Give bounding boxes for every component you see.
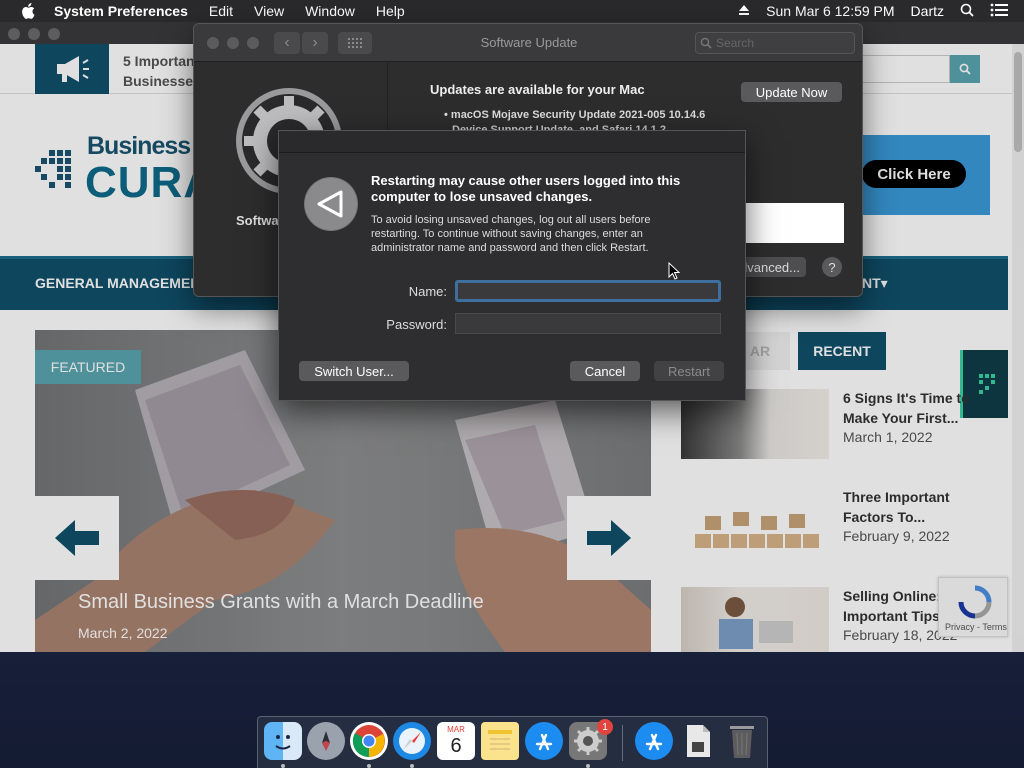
post-thumbnail[interactable]: [681, 488, 829, 558]
dialog-heading: Restarting may cause other users logged …: [371, 173, 681, 204]
password-field[interactable]: [455, 313, 721, 334]
help-button[interactable]: ?: [822, 257, 842, 277]
running-indicator: [586, 764, 590, 768]
slider-next-button[interactable]: [567, 496, 651, 580]
minimize-window-button[interactable]: [28, 28, 40, 40]
update-item: • macOS Mojave Security Update 2021-005 …: [444, 109, 706, 121]
post-date: February 9, 2022: [843, 528, 950, 544]
menu-edit[interactable]: Edit: [209, 3, 233, 19]
calendar-icon[interactable]: MAR 6: [437, 722, 475, 760]
trash-icon[interactable]: [723, 722, 761, 760]
back-button[interactable]: ‹: [274, 32, 300, 54]
switch-user-button[interactable]: Switch User...: [299, 361, 409, 381]
spotlight-icon[interactable]: [960, 3, 974, 20]
file-icon[interactable]: [679, 722, 717, 760]
safari-icon[interactable]: [393, 722, 431, 760]
nav-item-label: NT: [862, 275, 881, 291]
chevron-left-icon: ‹: [284, 34, 290, 51]
menu-app-name[interactable]: System Preferences: [54, 3, 188, 19]
show-all-button[interactable]: [338, 32, 372, 54]
mouse-cursor-icon: [668, 262, 680, 280]
post-thumbnail[interactable]: [681, 587, 829, 652]
ad-click-here-button[interactable]: Click Here: [862, 160, 966, 188]
header-article-title[interactable]: 5 Important Businesses: [123, 51, 203, 91]
app-store-icon[interactable]: [525, 722, 563, 760]
sw-zoom-button[interactable]: [247, 37, 259, 49]
featured-tag: FEATURED: [35, 350, 141, 384]
app-store-download-icon[interactable]: [635, 722, 673, 760]
password-label: Password:: [386, 317, 447, 332]
eject-icon[interactable]: [738, 3, 750, 19]
menu-view[interactable]: View: [254, 3, 284, 19]
notification-center-icon[interactable]: [990, 3, 1008, 20]
post-title[interactable]: Three Important Factors To...: [843, 487, 993, 527]
sw-search-field[interactable]: Search: [695, 32, 855, 54]
finder-icon[interactable]: [264, 722, 302, 760]
running-indicator: [281, 764, 285, 768]
sheet-top-bar: [279, 131, 745, 153]
menu-help[interactable]: Help: [376, 3, 405, 19]
chrome-icon[interactable]: [350, 722, 388, 760]
recaptcha-links[interactable]: Privacy - Terms: [945, 622, 1007, 632]
search-icon: [700, 37, 712, 49]
sw-close-button[interactable]: [207, 37, 219, 49]
running-indicator: [367, 764, 371, 768]
menu-bar: System Preferences Edit View Window Help…: [0, 0, 1024, 22]
auto-update-panel: [734, 203, 844, 243]
updates-available-title: Updates are available for your Mac: [430, 82, 645, 97]
running-indicator: [410, 764, 414, 768]
site-search-button[interactable]: [950, 55, 980, 83]
forward-button[interactable]: ›: [302, 32, 328, 54]
grid-icon: [348, 38, 362, 48]
arrow-left-icon: [55, 520, 99, 556]
cancel-button[interactable]: Cancel: [570, 361, 640, 381]
post-title[interactable]: 6 Signs It's Time to Make Your First...: [843, 388, 993, 428]
slider-prev-button[interactable]: [35, 496, 119, 580]
nav-dropdown-item[interactable]: NT▾: [862, 275, 888, 292]
apple-menu-icon[interactable]: [18, 3, 38, 19]
update-now-button[interactable]: Update Now: [741, 82, 842, 102]
megaphone-icon[interactable]: [35, 44, 109, 94]
dock-separator: [622, 725, 623, 761]
launchpad-icon[interactable]: [307, 722, 345, 760]
calendar-day: 6: [450, 735, 462, 757]
recaptcha-icon: [958, 585, 992, 619]
menubar-user[interactable]: Dartz: [911, 3, 944, 19]
arrow-right-icon: [587, 520, 631, 556]
restart-button[interactable]: Restart: [654, 361, 724, 381]
menu-window[interactable]: Window: [305, 3, 355, 19]
sw-title-bar: ‹ › Software Update Search: [194, 24, 862, 62]
site-search-input[interactable]: [860, 55, 950, 83]
page-scrollbar[interactable]: [1012, 44, 1024, 652]
notes-icon[interactable]: [481, 722, 519, 760]
name-field[interactable]: [455, 280, 721, 302]
notification-badge: 1: [597, 719, 613, 735]
nav-general-management[interactable]: GENERAL MANAGEMENT: [35, 275, 209, 291]
dock: MAR 6 1: [257, 716, 768, 768]
sw-search-placeholder: Search: [716, 36, 755, 50]
chevron-right-icon: ›: [312, 34, 318, 51]
zoom-window-button[interactable]: [48, 28, 60, 40]
calendar-month: MAR: [447, 725, 465, 734]
tab-recent[interactable]: RECENT: [798, 332, 886, 370]
recaptcha-badge[interactable]: Privacy - Terms: [938, 577, 1008, 637]
featured-date: March 2, 2022: [78, 625, 168, 641]
name-label: Name:: [408, 284, 447, 299]
sw-window-title: Software Update: [480, 35, 578, 50]
dialog-message: To avoid losing unsaved changes, log out…: [371, 214, 651, 254]
scroll-thumb[interactable]: [1014, 52, 1022, 152]
sw-minimize-button[interactable]: [227, 37, 239, 49]
post-date: March 1, 2022: [843, 429, 933, 445]
featured-title[interactable]: Small Business Grants with a March Deadl…: [78, 591, 484, 614]
menubar-clock[interactable]: Sun Mar 6 12:59 PM: [766, 3, 894, 19]
close-window-button[interactable]: [8, 28, 20, 40]
restart-warning-icon: [304, 177, 358, 231]
